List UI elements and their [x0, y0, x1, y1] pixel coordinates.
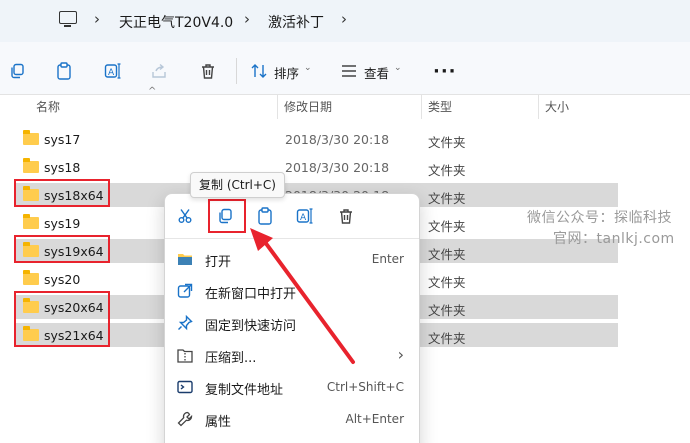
- column-divider[interactable]: [538, 95, 539, 119]
- folder-icon: [23, 158, 39, 173]
- delete-icon[interactable]: [197, 60, 219, 82]
- menu-item-label: 打开: [205, 255, 232, 270]
- rename-icon[interactable]: A: [102, 60, 124, 82]
- menu-item-label: 复制文件地址: [205, 383, 284, 398]
- column-header-name[interactable]: 名称: [36, 98, 60, 115]
- highlight-box: [208, 199, 246, 233]
- file-type: 文件夹: [428, 303, 466, 318]
- share-icon[interactable]: [148, 60, 170, 82]
- file-type: 文件夹: [428, 219, 466, 234]
- copy-tooltip: 复制 (Ctrl+C): [190, 172, 285, 198]
- file-type: 文件夹: [428, 191, 466, 206]
- folder-icon: [23, 214, 39, 229]
- column-header-type[interactable]: 类型: [428, 98, 452, 115]
- context-menu-item[interactable]: 固定到快速访问: [164, 307, 420, 339]
- more-options-button[interactable]: ···: [433, 61, 457, 82]
- pin-icon: [176, 314, 194, 332]
- context-menu-item[interactable]: 压缩到... ›: [164, 339, 420, 371]
- watermark-text: 官网：tanlkj.com: [553, 231, 675, 247]
- menu-item-label: 固定到快速访问: [205, 319, 297, 334]
- highlight-box: [14, 291, 110, 347]
- menu-item-shortcut: Enter: [371, 252, 404, 266]
- cut-icon[interactable]: [174, 205, 196, 227]
- chevron-right-icon: ›: [244, 10, 250, 28]
- this-pc-icon[interactable]: [59, 11, 77, 27]
- file-date: 2018/3/30 20:18: [285, 160, 390, 175]
- view-button[interactable]: 查看: [364, 63, 389, 82]
- wrench-icon: [176, 410, 194, 428]
- context-menu-item[interactable]: 在新窗口中打开: [164, 275, 420, 307]
- file-name: sys17: [44, 132, 81, 147]
- breadcrumb-item[interactable]: 天正电气T20V4.0: [119, 12, 233, 32]
- breadcrumb-item[interactable]: 激活补丁: [268, 12, 324, 32]
- delete-icon[interactable]: [335, 205, 357, 227]
- menu-item-label: 在新窗口中打开: [205, 287, 297, 302]
- paste-icon[interactable]: [53, 60, 75, 82]
- svg-text:A: A: [300, 213, 307, 223]
- menu-item-label: 压缩到...: [205, 351, 257, 366]
- file-name: sys18: [44, 160, 81, 175]
- menu-item-label: 属性: [205, 415, 232, 430]
- folder-open-icon: [176, 250, 194, 268]
- chevron-down-icon: ⌄: [304, 63, 312, 73]
- folder-icon: [23, 130, 39, 145]
- context-menu-item[interactable]: 复制文件地址 Ctrl+Shift+C: [164, 371, 420, 403]
- file-name: sys20: [44, 272, 81, 287]
- context-menu-item[interactable]: 属性 Alt+Enter: [164, 403, 420, 435]
- file-type: 文件夹: [428, 135, 466, 150]
- path-icon: [176, 378, 194, 396]
- folder-icon: [23, 270, 39, 285]
- svg-text:A: A: [108, 68, 115, 78]
- sort-ascending-icon: ^: [148, 86, 157, 97]
- archive-icon: [176, 346, 194, 364]
- address-bar[interactable]: › 天正电气T20V4.0 › 激活补丁 ›: [0, 0, 690, 42]
- column-header-size[interactable]: 大小: [545, 98, 569, 115]
- file-type: 文件夹: [428, 331, 466, 346]
- chevron-right-icon: ›: [397, 345, 404, 364]
- menu-item-shortcut: Ctrl+Shift+C: [326, 380, 404, 394]
- menu-separator: [165, 238, 419, 239]
- highlight-box: [14, 179, 110, 207]
- chevron-down-icon: ⌄: [394, 63, 402, 73]
- chevron-right-icon: ›: [341, 10, 347, 28]
- external-window-icon: [176, 282, 194, 300]
- file-row[interactable]: sys17 2018/3/30 20:18 文件夹: [14, 127, 618, 151]
- file-date: 2018/3/30 20:18: [285, 132, 390, 147]
- paste-icon[interactable]: [254, 205, 276, 227]
- column-divider[interactable]: [277, 95, 278, 119]
- toolbar-separator: [236, 58, 237, 84]
- sort-icon[interactable]: [248, 60, 270, 82]
- watermark-text: 微信公众号：探临科技: [527, 210, 672, 226]
- copy-icon[interactable]: [6, 60, 28, 82]
- file-name: sys19: [44, 216, 81, 231]
- file-type: 文件夹: [428, 275, 466, 290]
- view-icon[interactable]: [338, 60, 360, 82]
- menu-item-shortcut: Alt+Enter: [345, 412, 404, 426]
- context-menu-item[interactable]: 打开 Enter: [164, 243, 420, 275]
- file-type: 文件夹: [428, 247, 466, 262]
- column-divider[interactable]: [421, 95, 422, 119]
- sort-button[interactable]: 排序: [274, 63, 299, 82]
- rename-icon[interactable]: A: [294, 205, 316, 227]
- file-row[interactable]: sys18 2018/3/30 20:18 文件夹: [14, 155, 618, 179]
- highlight-box: [14, 235, 110, 263]
- file-type: 文件夹: [428, 163, 466, 178]
- chevron-right-icon: ›: [94, 10, 100, 28]
- column-header-date[interactable]: 修改日期: [284, 98, 332, 115]
